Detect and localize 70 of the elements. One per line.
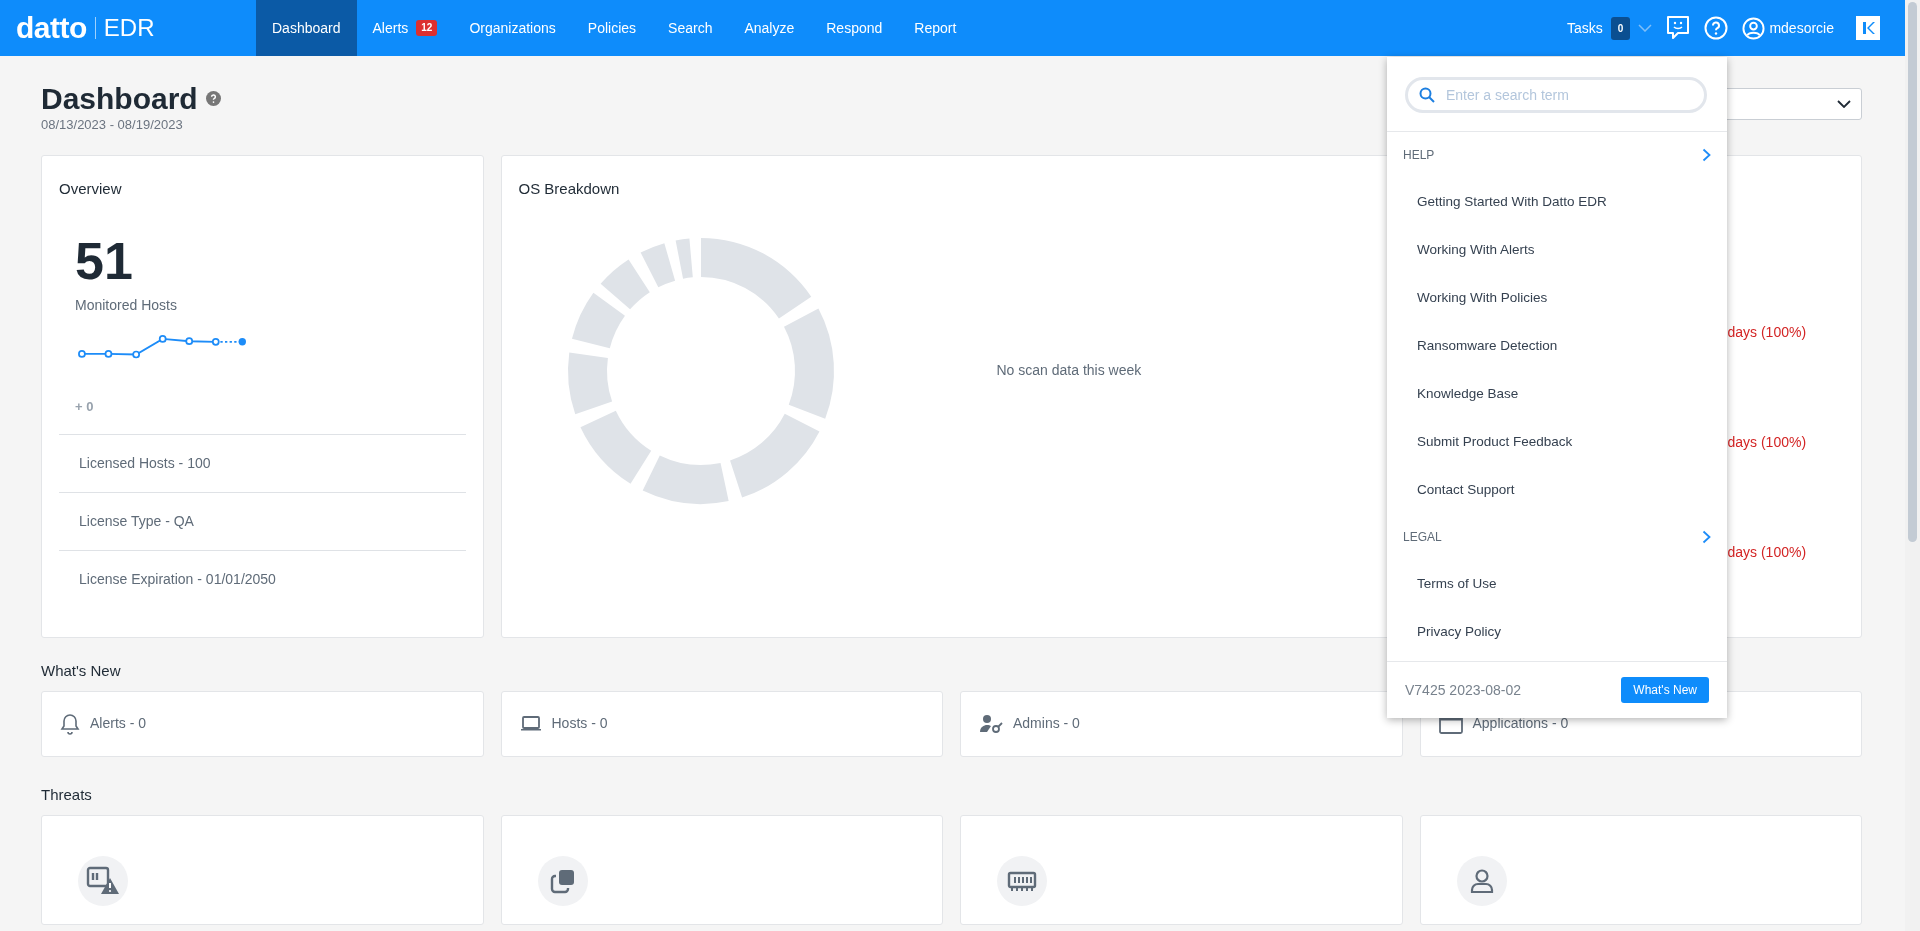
section-title: What's New: [41, 661, 122, 681]
laptop-icon: [519, 715, 542, 732]
help-menu-link[interactable]: Knowledge Base: [1387, 370, 1727, 418]
scrollbar[interactable]: [1905, 0, 1920, 931]
user-icon: [1469, 868, 1494, 894]
help-icon[interactable]: [205, 91, 221, 106]
nav-tab[interactable]: Report: [898, 0, 973, 56]
license-detail: Licensed Hosts - 100: [59, 434, 466, 492]
search-field[interactable]: Enter a search term: [1405, 77, 1707, 113]
tasks-label: Tasks: [1567, 18, 1603, 38]
help-menu-link[interactable]: Terms of Use: [1387, 560, 1727, 608]
user-name: mdesorcie: [1769, 18, 1834, 38]
help-icon[interactable]: [1704, 16, 1729, 40]
percentage-text: days (100%): [1727, 323, 1808, 342]
product-name: EDR: [103, 16, 155, 40]
user-menu[interactable]: mdesorcie: [1742, 16, 1834, 40]
tasks-menu[interactable]: Tasks 0: [1567, 16, 1653, 40]
whats-new-card[interactable]: Hosts - 0: [500, 690, 943, 757]
card-label: Applications - 0: [1472, 714, 1569, 733]
whats-new-card[interactable]: Admins - 0: [960, 690, 1403, 757]
monitor-warning-icon: [86, 866, 120, 896]
alert-count-badge: 12: [416, 20, 438, 36]
card-label: Alerts - 0: [90, 714, 146, 733]
card-label: Admins - 0: [1013, 714, 1080, 733]
overlapping-squares-icon: [549, 868, 576, 894]
feedback-icon[interactable]: [1666, 15, 1691, 41]
help-menu-link[interactable]: Privacy Policy: [1387, 608, 1727, 656]
help-menu-link[interactable]: Contact Support: [1387, 466, 1727, 514]
whats-new-card[interactable]: Alerts - 0: [41, 690, 484, 757]
user-with-key-icon: [979, 712, 1003, 735]
monitored-hosts-count: 51: [75, 234, 134, 287]
help-menu-link[interactable]: Ransomware Detection: [1387, 322, 1727, 370]
help-menu-link[interactable]: Submit Product Feedback: [1387, 418, 1727, 466]
nav-tab[interactable]: Policies: [571, 0, 653, 56]
nav-tab[interactable]: Respond: [810, 0, 899, 56]
change-value: + 0: [75, 397, 95, 416]
memory-chip-icon: [1007, 870, 1037, 892]
section-header: LEGAL: [1403, 529, 1442, 546]
page-title: Dashboard: [41, 82, 198, 115]
empty-message: No scan data this week: [996, 361, 1142, 380]
whats-new-button[interactable]: What's New: [1621, 677, 1709, 703]
app-logo-icon[interactable]: [1856, 16, 1880, 40]
help-menu-link[interactable]: Working With Policies: [1387, 274, 1727, 322]
nav-tab[interactable]: Organizations: [453, 0, 572, 56]
bell-icon: [60, 712, 80, 735]
card-title: Overview: [58, 179, 123, 199]
chevron-right-icon[interactable]: [1702, 530, 1711, 544]
nav-tab[interactable]: Search: [652, 0, 729, 56]
nav-tab[interactable]: Alerts 12: [356, 0, 454, 56]
chevron-down-icon: [1638, 24, 1653, 32]
card-label: Hosts - 0: [551, 714, 608, 733]
card-title: OS Breakdown: [518, 179, 621, 199]
section-title: Threats: [41, 784, 93, 805]
count-label: Monitored Hosts: [75, 295, 178, 315]
percentage-text: days (100%): [1727, 543, 1808, 562]
help-menu-link[interactable]: Getting Started With Datto EDR: [1387, 178, 1727, 226]
date-range: 08/13/2023 - 08/19/2023: [41, 116, 184, 134]
scrollbar-thumb[interactable]: [1908, 2, 1917, 542]
help-menu-link[interactable]: Working With Alerts: [1387, 226, 1727, 274]
license-detail: License Expiration - 01/01/2050: [59, 550, 466, 608]
logo-wordmark[interactable]: datto: [16, 13, 87, 43]
tasks-count: 0: [1610, 16, 1631, 40]
user-icon: [1742, 16, 1766, 40]
percentage-text: days (100%): [1727, 433, 1808, 452]
nav-tab[interactable]: Dashboard: [256, 0, 357, 56]
chevron-right-icon[interactable]: [1702, 148, 1711, 162]
chevron-down-icon: [1837, 100, 1851, 108]
nav-tab[interactable]: Analyze: [728, 0, 811, 56]
license-detail: License Type - QA: [59, 492, 466, 550]
section-header: HELP: [1403, 147, 1435, 164]
